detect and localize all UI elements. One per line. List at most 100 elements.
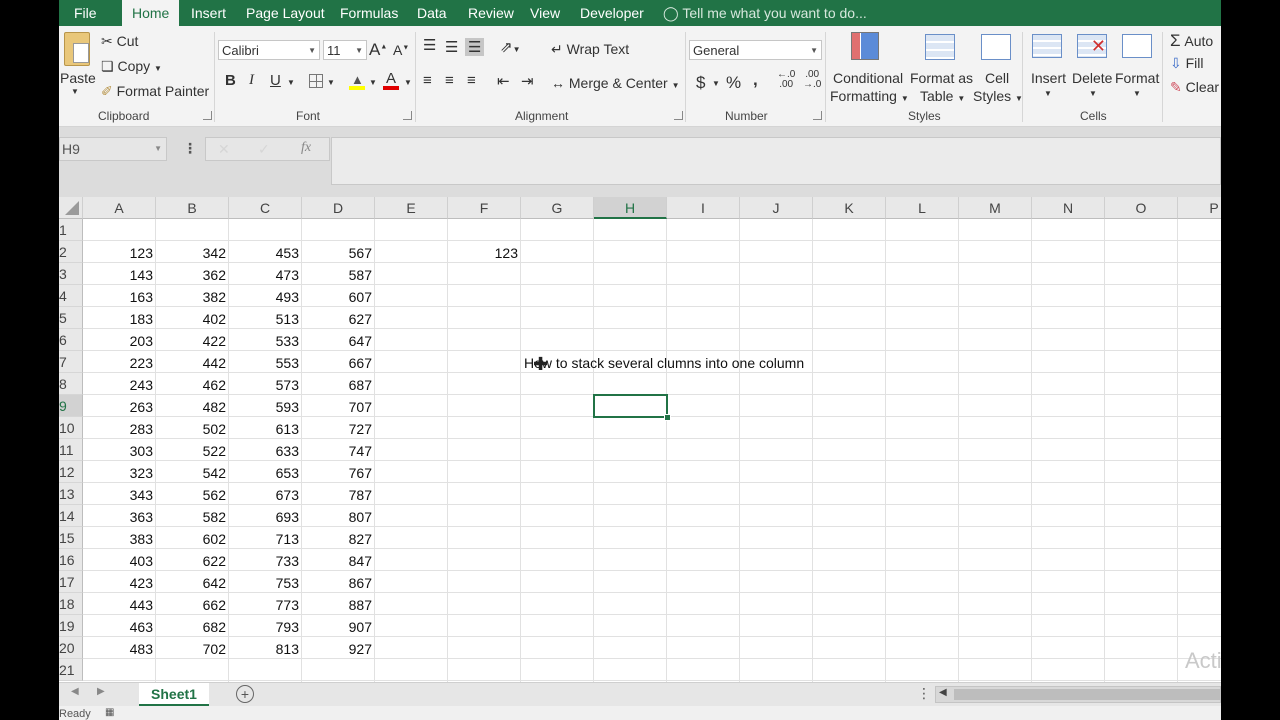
font-name-select[interactable]: Calibri ▼ (218, 40, 320, 60)
cell-c7[interactable]: 553 (229, 351, 302, 373)
row-header-5[interactable]: 5 (59, 307, 83, 329)
cell-a14[interactable]: 363 (83, 505, 156, 527)
tab-home[interactable]: Home (122, 0, 180, 26)
more-options-icon[interactable]: ⋮ (183, 140, 197, 157)
number-format-select[interactable]: General ▼ (689, 40, 822, 60)
fill-button[interactable]: ⇩ Fill (1170, 55, 1204, 72)
row-header-1[interactable]: 1 (59, 219, 83, 241)
row-header-17[interactable]: 17 (59, 571, 83, 593)
font-color-icon[interactable]: A (383, 70, 399, 90)
cell-c20[interactable]: 813 (229, 637, 302, 659)
cell-d11[interactable]: 747 (302, 439, 375, 461)
tell-me-search[interactable]: ◯ Tell me what you want to do... (663, 0, 867, 26)
increase-font-icon[interactable]: A▲ (369, 40, 387, 60)
row-header-8[interactable]: 8 (59, 373, 83, 395)
conditional-formatting-button[interactable]: Conditional (833, 70, 903, 86)
cell-c19[interactable]: 793 (229, 615, 302, 637)
clear-button[interactable]: ✎ Clear (1170, 79, 1219, 96)
row-header-21[interactable]: 21 (59, 659, 83, 681)
worksheet-grid[interactable]: ABCDEFGHIJKLMNOP 1 2 3 4 5 6 7 8 9 10 11 12 13 14 15 16… (59, 197, 1221, 682)
fill-handle[interactable] (664, 414, 671, 421)
format-painter-button[interactable]: ✐ Format Painter (101, 83, 209, 100)
cell-a16[interactable]: 403 (83, 549, 156, 571)
align-right-icon[interactable]: ≡ (467, 72, 476, 89)
cell-b20[interactable]: 702 (156, 637, 229, 659)
increase-indent-icon[interactable]: ⇥ (521, 72, 534, 90)
cell-d4[interactable]: 607 (302, 285, 375, 307)
tab-developer[interactable]: Developer (580, 0, 644, 26)
cell-c3[interactable]: 473 (229, 263, 302, 285)
cell-b11[interactable]: 522 (156, 439, 229, 461)
paste-button[interactable]: Paste (60, 70, 96, 86)
cell-a7[interactable]: 223 (83, 351, 156, 373)
clipboard-launcher-icon[interactable] (203, 111, 212, 120)
cell-d3[interactable]: 587 (302, 263, 375, 285)
cell-d14[interactable]: 807 (302, 505, 375, 527)
underline-dropdown-icon[interactable]: ▼ (287, 78, 295, 87)
cell-a13[interactable]: 343 (83, 483, 156, 505)
cell-a12[interactable]: 323 (83, 461, 156, 483)
column-header-o[interactable]: O (1105, 197, 1178, 219)
cell-d19[interactable]: 907 (302, 615, 375, 637)
cell-d13[interactable]: 787 (302, 483, 375, 505)
row-header-6[interactable]: 6 (59, 329, 83, 351)
cell-b18[interactable]: 662 (156, 593, 229, 615)
delete-button[interactable]: Delete (1072, 70, 1112, 86)
cell-a20[interactable]: 483 (83, 637, 156, 659)
cell-d20[interactable]: 927 (302, 637, 375, 659)
increase-decimal-icon[interactable]: ←.0.00 (777, 70, 795, 90)
cell-d7[interactable]: 667 (302, 351, 375, 373)
font-launcher-icon[interactable] (403, 111, 412, 120)
cell-a5[interactable]: 183 (83, 307, 156, 329)
cell-a4[interactable]: 163 (83, 285, 156, 307)
cell-b15[interactable]: 602 (156, 527, 229, 549)
alignment-launcher-icon[interactable] (674, 111, 683, 120)
align-center-icon[interactable]: ≡ (445, 72, 454, 89)
cell-a10[interactable]: 283 (83, 417, 156, 439)
insert-function-icon[interactable]: fx (301, 140, 311, 156)
row-header-13[interactable]: 13 (59, 483, 83, 505)
insert-dropdown-icon[interactable]: ▼ (1044, 89, 1052, 98)
comma-button[interactable]: , (753, 70, 758, 90)
column-header-m[interactable]: M (959, 197, 1032, 219)
column-header-b[interactable]: B (156, 197, 229, 219)
column-header-f[interactable]: F (448, 197, 521, 219)
cell-c4[interactable]: 493 (229, 285, 302, 307)
italic-button[interactable]: I (249, 72, 254, 89)
cell-c16[interactable]: 733 (229, 549, 302, 571)
row-header-18[interactable]: 18 (59, 593, 83, 615)
column-header-l[interactable]: L (886, 197, 959, 219)
column-header-k[interactable]: K (813, 197, 886, 219)
row-header-9[interactable]: 9 (59, 395, 83, 417)
active-cell-h9[interactable] (593, 394, 668, 418)
cell-d16[interactable]: 847 (302, 549, 375, 571)
cell-a3[interactable]: 143 (83, 263, 156, 285)
scroll-left-icon[interactable]: ◀ (71, 686, 79, 697)
cell-d17[interactable]: 867 (302, 571, 375, 593)
row-header-3[interactable]: 3 (59, 263, 83, 285)
cell-b13[interactable]: 562 (156, 483, 229, 505)
cell-a11[interactable]: 303 (83, 439, 156, 461)
wrap-text-button[interactable]: ↵ Wrap Text (551, 41, 629, 58)
column-header-n[interactable]: N (1032, 197, 1105, 219)
scrollbar-thumb[interactable] (954, 689, 1220, 700)
cell-c10[interactable]: 613 (229, 417, 302, 439)
cut-button[interactable]: ✂ Cut (101, 33, 138, 50)
enter-icon[interactable]: ✓ (258, 141, 270, 158)
cell-d9[interactable]: 707 (302, 395, 375, 417)
cell-styles-button[interactable]: Cell (985, 70, 1009, 86)
scroll-right-icon[interactable]: ▶ (97, 686, 105, 697)
column-header-d[interactable]: D (302, 197, 375, 219)
decrease-font-icon[interactable]: A▼ (393, 42, 409, 58)
cell-g7-text[interactable]: How to stack several clumns into one col… (524, 351, 804, 373)
insert-button[interactable]: Insert (1031, 70, 1066, 86)
format-as-table-line2[interactable]: Table ▼ (920, 88, 965, 104)
row-header-4[interactable]: 4 (59, 285, 83, 307)
column-header-a[interactable]: A (83, 197, 156, 219)
horizontal-scrollbar[interactable]: ◀ (935, 686, 1221, 703)
cell-c17[interactable]: 753 (229, 571, 302, 593)
decrease-decimal-icon[interactable]: .00 →.0 (803, 70, 821, 90)
cell-b14[interactable]: 582 (156, 505, 229, 527)
cell-c11[interactable]: 633 (229, 439, 302, 461)
tab-data[interactable]: Data (417, 0, 447, 26)
